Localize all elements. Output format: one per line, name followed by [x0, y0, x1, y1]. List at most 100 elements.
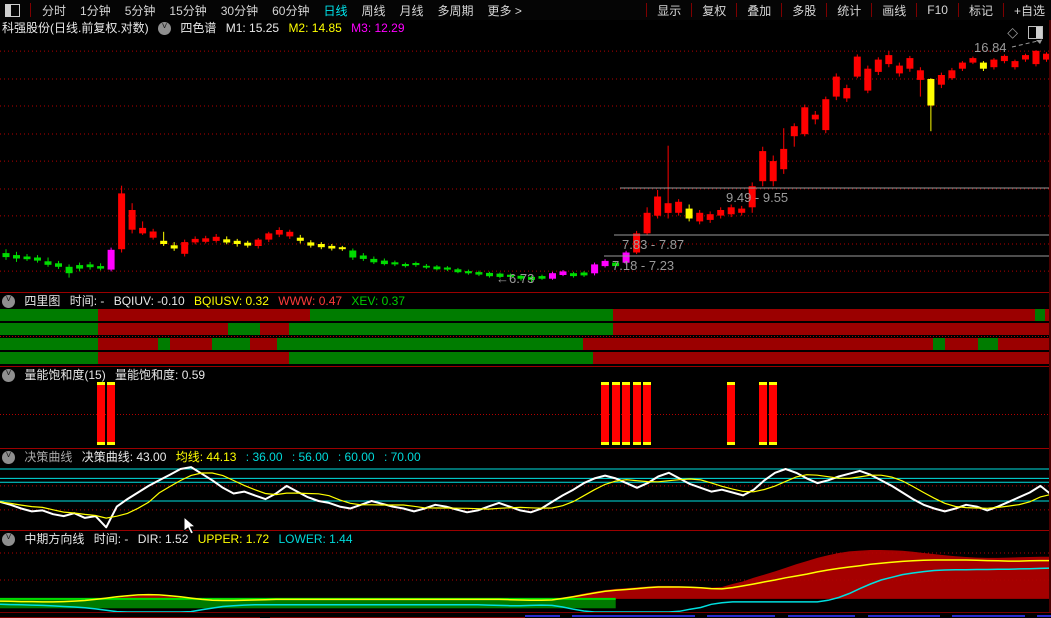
- candle: [707, 214, 714, 220]
- stripe-green-segment: [289, 323, 613, 335]
- toolbar-button-统计[interactable]: 统计: [831, 2, 867, 19]
- candle: [801, 107, 808, 134]
- stripe-green-segment: [0, 352, 98, 364]
- toolbar-button-标记[interactable]: 标记: [963, 2, 999, 19]
- collapse-chevron-icon[interactable]: ˅: [2, 451, 15, 464]
- candle: [433, 267, 440, 270]
- period-tab-更多 >[interactable]: 更多 >: [481, 2, 529, 19]
- candle: [549, 273, 556, 279]
- toolbar-divider: [916, 3, 917, 17]
- m2-value: M2: 14.85: [288, 21, 341, 35]
- candle: [833, 77, 840, 97]
- candle: [570, 273, 577, 276]
- toolbar-button-显示[interactable]: 显示: [651, 2, 687, 19]
- toolbar-button-复权[interactable]: 复权: [696, 2, 732, 19]
- collapse-chevron-icon[interactable]: ˅: [2, 533, 15, 546]
- candle: [854, 57, 861, 77]
- toolbar-button-多股[interactable]: 多股: [786, 2, 822, 19]
- upper-value: UPPER: 1.72: [198, 532, 269, 546]
- collapse-chevron-icon[interactable]: ˅: [158, 22, 171, 35]
- stripe-red-segment: [613, 309, 1035, 321]
- dir-value: DIR: 1.52: [138, 532, 189, 546]
- candle: [3, 253, 10, 257]
- candle: [391, 262, 398, 264]
- candle: [654, 197, 661, 216]
- toolbar-right-buttons: 显示复权叠加多股统计画线 F10 标记 +自选: [642, 0, 1051, 20]
- candle: [223, 239, 230, 242]
- candle: [602, 261, 609, 266]
- silitu-panel: ˅ 四里图 时间: - BQIUV: -0.10 BQIUSV: 0.32 WW…: [0, 292, 1051, 366]
- candle: [265, 233, 272, 239]
- split-view-icon[interactable]: [1028, 26, 1043, 39]
- candle: [959, 63, 966, 69]
- period-tab-月线[interactable]: 月线: [393, 2, 431, 19]
- saturation-bar: [633, 382, 641, 445]
- stripe-green-segment: [212, 338, 250, 350]
- stripe-green-segment: [289, 352, 593, 364]
- stripe-green-segment: [228, 323, 260, 335]
- saturation-bar: [727, 382, 735, 445]
- decision-curve-panel: ˅ 决策曲线 决策曲线: 43.00 均线: 44.13 : 36.00 : 5…: [0, 448, 1051, 530]
- period-tabs: 分时1分钟5分钟15分钟30分钟60分钟日线周线月线多周期更多 >: [35, 2, 529, 19]
- period-tab-30分钟[interactable]: 30分钟: [214, 2, 265, 19]
- period-tab-60分钟[interactable]: 60分钟: [265, 2, 316, 19]
- toolbar-button-F10[interactable]: F10: [921, 3, 954, 17]
- candle: [686, 209, 693, 219]
- ma-value: 均线: 44.13: [176, 450, 237, 464]
- candle: [55, 263, 62, 267]
- candle: [990, 60, 997, 68]
- candlestick-chart[interactable]: 16.849.49 - 9.557.83 - 7.877.18 - 7.23←6…: [0, 20, 1051, 292]
- level-56: : 56.00: [292, 450, 329, 464]
- stripe-red-segment: [593, 352, 1051, 364]
- candle: [307, 242, 314, 245]
- candle: [339, 247, 346, 249]
- toolbar-divider: [1003, 3, 1004, 17]
- period-tab-分时[interactable]: 分时: [35, 2, 73, 19]
- toolbar-button-叠加[interactable]: 叠加: [741, 2, 777, 19]
- period-tab-15分钟[interactable]: 15分钟: [162, 2, 213, 19]
- toolbar-divider: [691, 3, 692, 17]
- period-tab-1分钟[interactable]: 1分钟: [73, 2, 118, 19]
- candle: [297, 238, 304, 241]
- main-chart-panel: 16.849.49 - 9.557.83 - 7.877.18 - 7.23←6…: [0, 20, 1051, 292]
- period-tab-5分钟[interactable]: 5分钟: [118, 2, 163, 19]
- candle: [1012, 61, 1019, 67]
- candle: [276, 230, 283, 235]
- candle: [87, 264, 94, 267]
- candle: [244, 243, 251, 246]
- stripe-row: [0, 338, 1051, 350]
- candle: [927, 79, 934, 106]
- candle: [675, 202, 682, 213]
- diamond-icon[interactable]: ◇: [1007, 25, 1018, 39]
- candle: [202, 238, 209, 242]
- stripe-red-segment: [260, 323, 289, 335]
- collapse-chevron-icon[interactable]: ˅: [2, 369, 15, 382]
- candle: [780, 149, 787, 169]
- candle: [896, 66, 903, 74]
- time-axis[interactable]: [0, 612, 1051, 618]
- toolbar-button-+自选[interactable]: +自选: [1008, 2, 1051, 19]
- stripe-red-segment: [170, 338, 212, 350]
- candle: [108, 250, 115, 270]
- stripe-red-segment: [98, 309, 310, 321]
- toolbar-button-画线[interactable]: 画线: [876, 2, 912, 19]
- candle: [759, 151, 766, 181]
- candle: [465, 271, 472, 273]
- panel-name: 量能饱和度(15): [24, 368, 105, 382]
- toolbar-divider: [736, 3, 737, 17]
- window-layout-icon[interactable]: [5, 4, 20, 17]
- m3-value: M3: 12.29: [351, 21, 404, 35]
- candle: [1033, 51, 1040, 64]
- candle: [97, 266, 104, 269]
- period-tab-日线[interactable]: 日线: [316, 2, 354, 19]
- collapse-chevron-icon[interactable]: ˅: [2, 295, 15, 308]
- period-tab-周线[interactable]: 周线: [354, 2, 392, 19]
- axis-blue-segment: [788, 615, 855, 617]
- saturation-bar: [622, 382, 630, 445]
- volume-saturation-panel: ˅ 量能饱和度(15) 量能饱和度: 0.59: [0, 366, 1051, 448]
- period-tab-多周期[interactable]: 多周期: [431, 2, 481, 19]
- candle: [160, 241, 167, 244]
- level-60: : 60.00: [338, 450, 375, 464]
- saturation-bar: [97, 382, 105, 445]
- saturation-bar: [612, 382, 620, 445]
